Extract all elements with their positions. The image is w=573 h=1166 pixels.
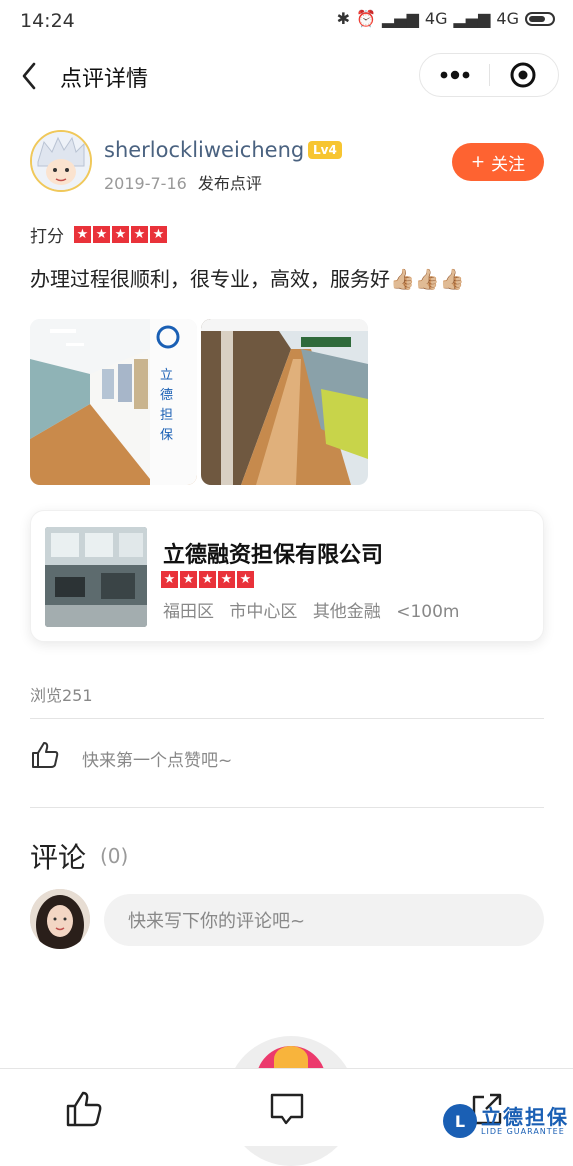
mini-program-capsule [419, 53, 559, 97]
shop-distance: <100m [396, 602, 460, 622]
star-icon: ★ [93, 226, 110, 243]
post-meta: 2019-7-16 发布点评 [104, 170, 262, 194]
signal-icon-2: ▂▄▆ [453, 9, 491, 28]
comments-count: (0) [100, 844, 129, 868]
svg-text:保: 保 [160, 427, 173, 442]
score-label: 打分 [30, 227, 64, 247]
review-photo-2[interactable] [201, 319, 368, 485]
review-stars: ★ ★ ★ ★ ★ [74, 226, 167, 243]
post-date: 2019-7-16 [104, 174, 187, 193]
status-icons: ✱ ⏰ ▂▄▆ 4G ▂▄▆ 4G [337, 9, 555, 28]
post-action: 发布点评 [197, 174, 262, 193]
shop-stars: ★ ★ ★ ★ ★ [161, 571, 254, 588]
shop-card[interactable]: 立德融资担保有限公司 ★ ★ ★ ★ ★ 福田区 市中心区 其他金融 <100m [30, 510, 544, 642]
shop-name: 立德融资担保有限公司 [163, 543, 384, 568]
comment-bubble-icon [270, 1093, 304, 1125]
like-prompt: 快来第一个点赞吧~ [82, 751, 233, 771]
page-title: 点评详情 [60, 67, 149, 92]
view-count: 浏览251 [30, 686, 93, 705]
star-icon: ★ [74, 226, 91, 243]
divider [30, 718, 544, 719]
current-user-avatar [30, 889, 90, 949]
svg-text:立: 立 [160, 367, 173, 382]
more-dots-icon [440, 70, 470, 80]
thumbs-up-icon [32, 742, 59, 768]
shop-district: 福田区 [163, 602, 214, 622]
status-bar: 14:24 ✱ ⏰ ▂▄▆ 4G ▂▄▆ 4G [0, 0, 573, 42]
review-photo-1[interactable]: 立 德 担 保 [30, 319, 197, 485]
plus-icon: + [470, 152, 486, 172]
star-icon: ★ [112, 226, 129, 243]
office-corridor-photo: 立 德 担 保 [30, 319, 197, 485]
chevron-left-icon [22, 62, 36, 90]
network-label-2: 4G [496, 9, 519, 28]
follow-button[interactable]: + 关注 [452, 143, 544, 181]
star-icon: ★ [218, 571, 235, 588]
svg-text:担: 担 [160, 407, 173, 422]
level-badge: Lv4 [308, 141, 342, 159]
shop-office-image [45, 527, 147, 627]
shop-category: 其他金融 [312, 602, 381, 622]
author-username[interactable]: sherlockliweicheng [104, 138, 304, 162]
status-time: 14:24 [20, 10, 75, 32]
review-text: 办理过程很顺利，很专业，高效，服务好👍🏼👍🏼👍🏼 [30, 267, 465, 291]
star-icon: ★ [131, 226, 148, 243]
brand-watermark: L 立德担保 LIDE GUARANTEE [443, 1104, 569, 1138]
star-icon: ★ [161, 571, 178, 588]
star-icon: ★ [150, 226, 167, 243]
follow-label: 关注 [491, 154, 526, 175]
like-button[interactable] [30, 740, 60, 770]
svg-text:德: 德 [160, 387, 173, 402]
back-button[interactable] [16, 58, 46, 94]
nav-bar: 点评详情 [0, 42, 573, 108]
author-avatar[interactable] [30, 130, 92, 192]
close-button[interactable] [489, 54, 558, 96]
comments-title: 评论 [30, 841, 87, 874]
bottom-comment-button[interactable] [267, 1089, 307, 1129]
shop-area: 市中心区 [229, 602, 298, 622]
brand-name-cn: 立德担保 [481, 1104, 569, 1129]
alarm-icon: ⏰ [356, 9, 376, 28]
star-icon: ★ [237, 571, 254, 588]
divider [30, 807, 544, 808]
brand-name-en: LIDE GUARANTEE [481, 1126, 565, 1136]
brand-logo-icon: L [443, 1104, 477, 1138]
bluetooth-icon: ✱ [336, 9, 351, 28]
more-button[interactable] [420, 54, 489, 96]
comment-input[interactable]: 快来写下你的评论吧~ [104, 894, 544, 946]
shop-location: 福田区 市中心区 其他金融 <100m [163, 597, 469, 622]
network-label: 4G [424, 9, 448, 28]
star-icon: ★ [180, 571, 197, 588]
bottom-like-button[interactable] [64, 1089, 104, 1129]
score-row: 打分 ★ ★ ★ ★ ★ [30, 222, 167, 247]
brand-text: 立德担保 LIDE GUARANTEE [481, 1107, 569, 1136]
user-photo [30, 889, 90, 949]
record-circle-icon [510, 62, 536, 88]
shop-thumbnail [45, 527, 147, 627]
signal-icon: ▂▄▆ [382, 9, 419, 28]
avatar-illustration [32, 132, 90, 190]
office-workspace-photo [201, 319, 368, 485]
star-icon: ★ [199, 571, 216, 588]
battery-icon [525, 11, 555, 26]
thumbs-up-icon [66, 1091, 102, 1127]
